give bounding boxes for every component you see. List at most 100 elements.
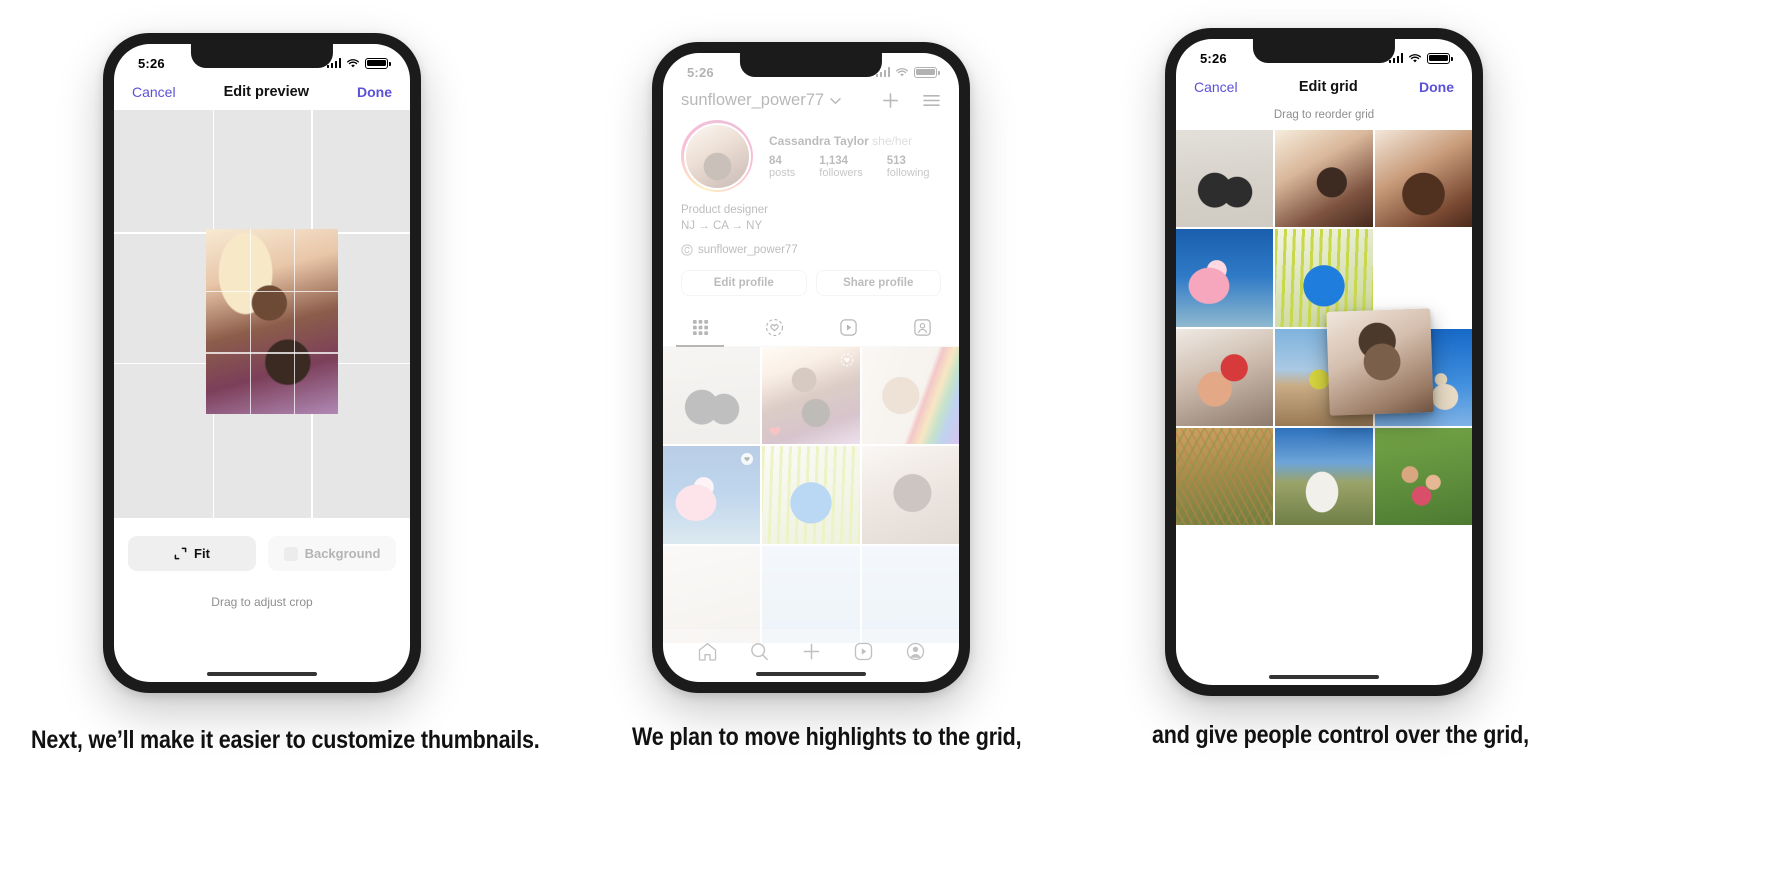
- phone-profile-grid: 5:26 sunflower_power77 Cassandra Taylor …: [652, 42, 970, 693]
- grid-tile[interactable]: [1176, 328, 1274, 427]
- phone1-screen: 5:26 Cancel Edit preview Done Fit Backgr…: [114, 44, 410, 682]
- editable-post-grid[interactable]: [1176, 130, 1472, 526]
- cellular-signal-icon: [326, 58, 341, 68]
- page-title: Edit grid: [1298, 79, 1358, 95]
- wifi-icon: [896, 67, 908, 76]
- grid-tile[interactable]: [1176, 428, 1274, 526]
- highlight-heart-icon: [765, 319, 783, 337]
- caption-one: Next, we’ll make it easier to customize …: [31, 726, 540, 754]
- crop-hint-text: Drag to adjust crop: [211, 595, 313, 609]
- crop-photo-overlay-grid: [206, 229, 338, 414]
- liked-heart-icon: [770, 427, 781, 437]
- account-switcher[interactable]: sunflower_power77: [681, 91, 841, 110]
- search-nav-icon[interactable]: [749, 641, 770, 662]
- cellular-signal-icon: [1388, 53, 1403, 63]
- profile-tab-bar: [663, 310, 959, 347]
- cancel-button[interactable]: Cancel: [1194, 79, 1238, 95]
- hamburger-menu-icon[interactable]: [922, 93, 941, 108]
- home-nav-icon[interactable]: [697, 641, 718, 662]
- grid-tile[interactable]: [1374, 130, 1472, 228]
- grid-tile[interactable]: [1275, 428, 1373, 526]
- grid-icon: [692, 320, 708, 336]
- grid-cell[interactable]: [762, 346, 860, 445]
- grid-tile[interactable]: [1275, 130, 1373, 228]
- tab-highlights[interactable]: [737, 310, 811, 346]
- crop-mode-controls: Fit Background: [114, 518, 410, 571]
- tab-grid[interactable]: [663, 310, 737, 347]
- profile-nav-icon[interactable]: [905, 641, 926, 662]
- threads-link[interactable]: sunflower_power77: [681, 242, 941, 258]
- avatar-story-ring[interactable]: [681, 120, 753, 192]
- profile-display-name: Cassandra Taylor she/her: [769, 133, 913, 148]
- reorder-hint-text: Drag to reorder grid: [1273, 109, 1375, 121]
- phone1-status-bar: 5:26: [114, 44, 410, 78]
- slide-canvas: 5:26 Cancel Edit preview Done Fit Backgr…: [0, 0, 1773, 874]
- status-clock: 5:26: [687, 64, 714, 80]
- phone3-screen: 5:26 Cancel Edit grid Done Drag to reord…: [1176, 39, 1472, 685]
- avatar[interactable]: [683, 122, 751, 190]
- crop-canvas[interactable]: [114, 110, 410, 518]
- share-profile-button[interactable]: Share profile: [815, 269, 941, 296]
- account-username: sunflower_power77: [681, 91, 825, 109]
- phone3-status-bar: 5:26: [1176, 39, 1472, 73]
- battery-icon: [914, 66, 940, 78]
- stat-following[interactable]: 513 following: [887, 155, 930, 179]
- status-indicators: [875, 66, 940, 78]
- crop-photo-preview[interactable]: [206, 229, 338, 414]
- plus-icon[interactable]: [881, 91, 900, 110]
- highlight-ring-icon: [840, 353, 854, 367]
- profile-stats: 84 posts 1,134 followers 513 following: [769, 155, 941, 179]
- caption-two: We plan to move highlights to the grid,: [632, 723, 1022, 751]
- home-indicator: [207, 672, 317, 676]
- edit-profile-button[interactable]: Edit profile: [681, 269, 807, 296]
- home-indicator: [756, 672, 866, 676]
- dragged-grid-tile[interactable]: [1326, 308, 1434, 416]
- status-clock: 5:26: [1200, 50, 1227, 66]
- phone-edit-preview: 5:26 Cancel Edit preview Done Fit Backgr…: [103, 33, 421, 693]
- battery-icon: [1427, 52, 1453, 64]
- background-button[interactable]: Background: [268, 536, 396, 571]
- chevron-down-icon: [830, 97, 841, 104]
- profile-summary: Cassandra Taylor she/her 84 posts 1,134 fo…: [663, 118, 959, 192]
- tab-reels[interactable]: [811, 310, 885, 346]
- profile-post-grid: [663, 346, 959, 644]
- grid-cell[interactable]: [762, 446, 860, 544]
- stat-followers[interactable]: 1,134 followers: [819, 155, 862, 179]
- done-button[interactable]: Done: [1419, 79, 1454, 95]
- crop-expand-icon: [174, 547, 187, 560]
- status-indicators: [326, 57, 391, 69]
- battery-icon: [365, 57, 391, 69]
- background-button-label: Background: [304, 546, 381, 561]
- fit-button[interactable]: Fit: [128, 536, 256, 571]
- phone2-screen: 5:26 sunflower_power77 Cassandra Taylor …: [663, 53, 959, 682]
- grid-tile[interactable]: [1374, 428, 1472, 526]
- phone2-content: 5:26 sunflower_power77 Cassandra Taylor …: [663, 53, 959, 682]
- fit-button-label: Fit: [194, 546, 210, 561]
- tagged-person-icon: [913, 319, 931, 337]
- reels-nav-icon[interactable]: [853, 641, 874, 662]
- stat-posts[interactable]: 84 posts: [769, 155, 795, 179]
- grid-cell[interactable]: [861, 446, 959, 544]
- tab-tagged[interactable]: [885, 310, 959, 346]
- cancel-button[interactable]: Cancel: [132, 84, 176, 100]
- grid-tile[interactable]: [1176, 130, 1274, 228]
- home-indicator: [1269, 675, 1379, 679]
- bio-line-2: NJ → CA → NY: [681, 220, 763, 233]
- status-clock: 5:26: [138, 55, 165, 71]
- profile-action-buttons: Edit profile Share profile: [663, 258, 959, 296]
- page-title: Edit preview: [223, 84, 309, 100]
- create-nav-icon[interactable]: [801, 641, 822, 662]
- profile-bio: Product designer NJ → CA → NY sunflower_…: [663, 192, 959, 258]
- profile-header: sunflower_power77: [663, 87, 959, 118]
- grid-cell[interactable]: [663, 346, 761, 445]
- status-indicators: [1388, 52, 1453, 64]
- phone1-navbar: Cancel Edit preview Done: [114, 78, 410, 110]
- profile-meta: Cassandra Taylor she/her 84 posts 1,134 fo…: [769, 134, 941, 179]
- grid-tile[interactable]: [1176, 229, 1274, 327]
- reels-play-icon: [839, 319, 857, 337]
- grid-cell[interactable]: [861, 346, 959, 445]
- done-button[interactable]: Done: [357, 84, 392, 100]
- highlight-heart-icon: [741, 453, 754, 466]
- grid-cell[interactable]: [663, 446, 761, 544]
- wifi-icon: [1409, 53, 1421, 62]
